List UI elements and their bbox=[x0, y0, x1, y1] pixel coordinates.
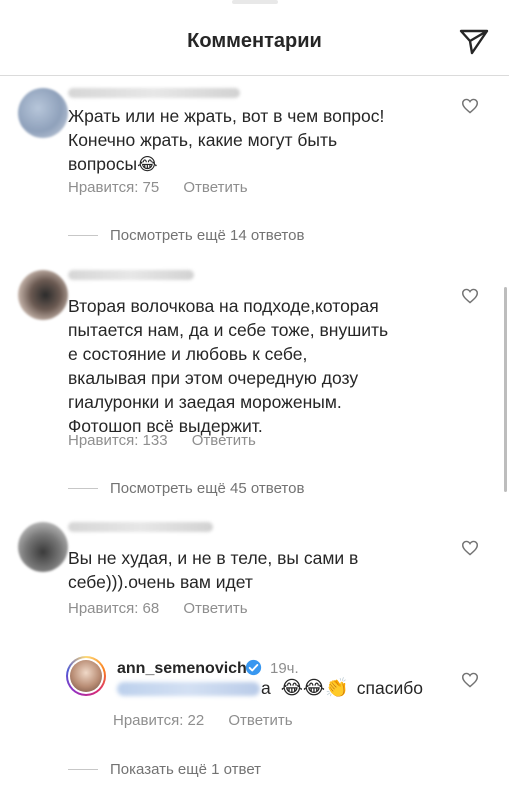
emoji-sequence: 😂😂👏 bbox=[280, 678, 349, 699]
avatar[interactable] bbox=[18, 88, 68, 138]
heart-icon[interactable] bbox=[461, 98, 479, 114]
top-bar: Комментарии bbox=[0, 0, 509, 80]
avatar[interactable] bbox=[18, 522, 68, 572]
likes-count[interactable]: Нравится: 133 bbox=[68, 432, 168, 449]
heart-icon[interactable] bbox=[461, 540, 479, 556]
mention-blurred[interactable] bbox=[117, 682, 260, 696]
view-replies-label: Посмотреть ещё 14 ответов bbox=[110, 227, 305, 244]
reply-username[interactable]: ann_semenovich bbox=[117, 660, 247, 678]
reply-button[interactable]: Ответить bbox=[183, 600, 247, 617]
likes-count[interactable]: Нравится: 68 bbox=[68, 600, 159, 617]
likes-count[interactable]: Нравится: 22 bbox=[113, 712, 204, 729]
comment-meta: Нравится: 75 Ответить bbox=[68, 179, 268, 196]
comment-text: Вы не худая, и не в теле, вы сами в себе… bbox=[68, 548, 359, 592]
thread-line bbox=[68, 769, 98, 770]
username-blurred[interactable] bbox=[68, 522, 213, 532]
thread-line bbox=[68, 488, 98, 489]
view-replies-button[interactable]: Посмотреть ещё 45 ответов bbox=[68, 480, 304, 497]
view-replies-button[interactable]: Посмотреть ещё 14 ответов bbox=[68, 227, 304, 244]
paper-plane-icon[interactable] bbox=[459, 29, 489, 55]
header-divider bbox=[0, 75, 509, 76]
heart-icon[interactable] bbox=[461, 672, 479, 688]
avatar[interactable] bbox=[66, 656, 106, 696]
avatar[interactable] bbox=[18, 270, 68, 320]
thread-line bbox=[68, 235, 98, 236]
scrollbar[interactable] bbox=[504, 287, 507, 492]
show-more-replies-button[interactable]: Показать ещё 1 ответ bbox=[68, 761, 261, 778]
reply-button[interactable]: Ответить bbox=[183, 179, 247, 196]
reply-text-suffix: спасибо bbox=[356, 677, 424, 698]
show-more-replies-label: Показать ещё 1 ответ bbox=[110, 761, 262, 778]
username-blurred[interactable] bbox=[68, 88, 240, 98]
comment-meta: Нравится: 68 Ответить bbox=[68, 600, 268, 617]
likes-count[interactable]: Нравится: 75 bbox=[68, 179, 159, 196]
verified-badge-icon bbox=[245, 659, 262, 676]
comment-meta: Нравится: 133 Ответить bbox=[68, 432, 276, 449]
reply-text: а 😂😂👏 спасибо bbox=[261, 676, 423, 700]
reply-button[interactable]: Ответить bbox=[228, 712, 292, 729]
username-blurred[interactable] bbox=[68, 270, 194, 280]
sheet-grabber[interactable] bbox=[232, 0, 278, 4]
comment-text: Вторая волочкова на подходе,которая пыта… bbox=[68, 296, 389, 436]
comment-text: Жрать или не жрать, вот в чем вопрос! Ко… bbox=[68, 106, 385, 174]
reply-button[interactable]: Ответить bbox=[192, 432, 256, 449]
reply-timestamp: 19ч. bbox=[270, 660, 299, 677]
reply-text-prefix: а bbox=[261, 677, 271, 698]
view-replies-label: Посмотреть ещё 45 ответов bbox=[110, 480, 305, 497]
reply-meta: Нравится: 22 Ответить bbox=[113, 712, 313, 729]
page-title: Комментарии bbox=[187, 30, 322, 52]
heart-icon[interactable] bbox=[461, 288, 479, 304]
